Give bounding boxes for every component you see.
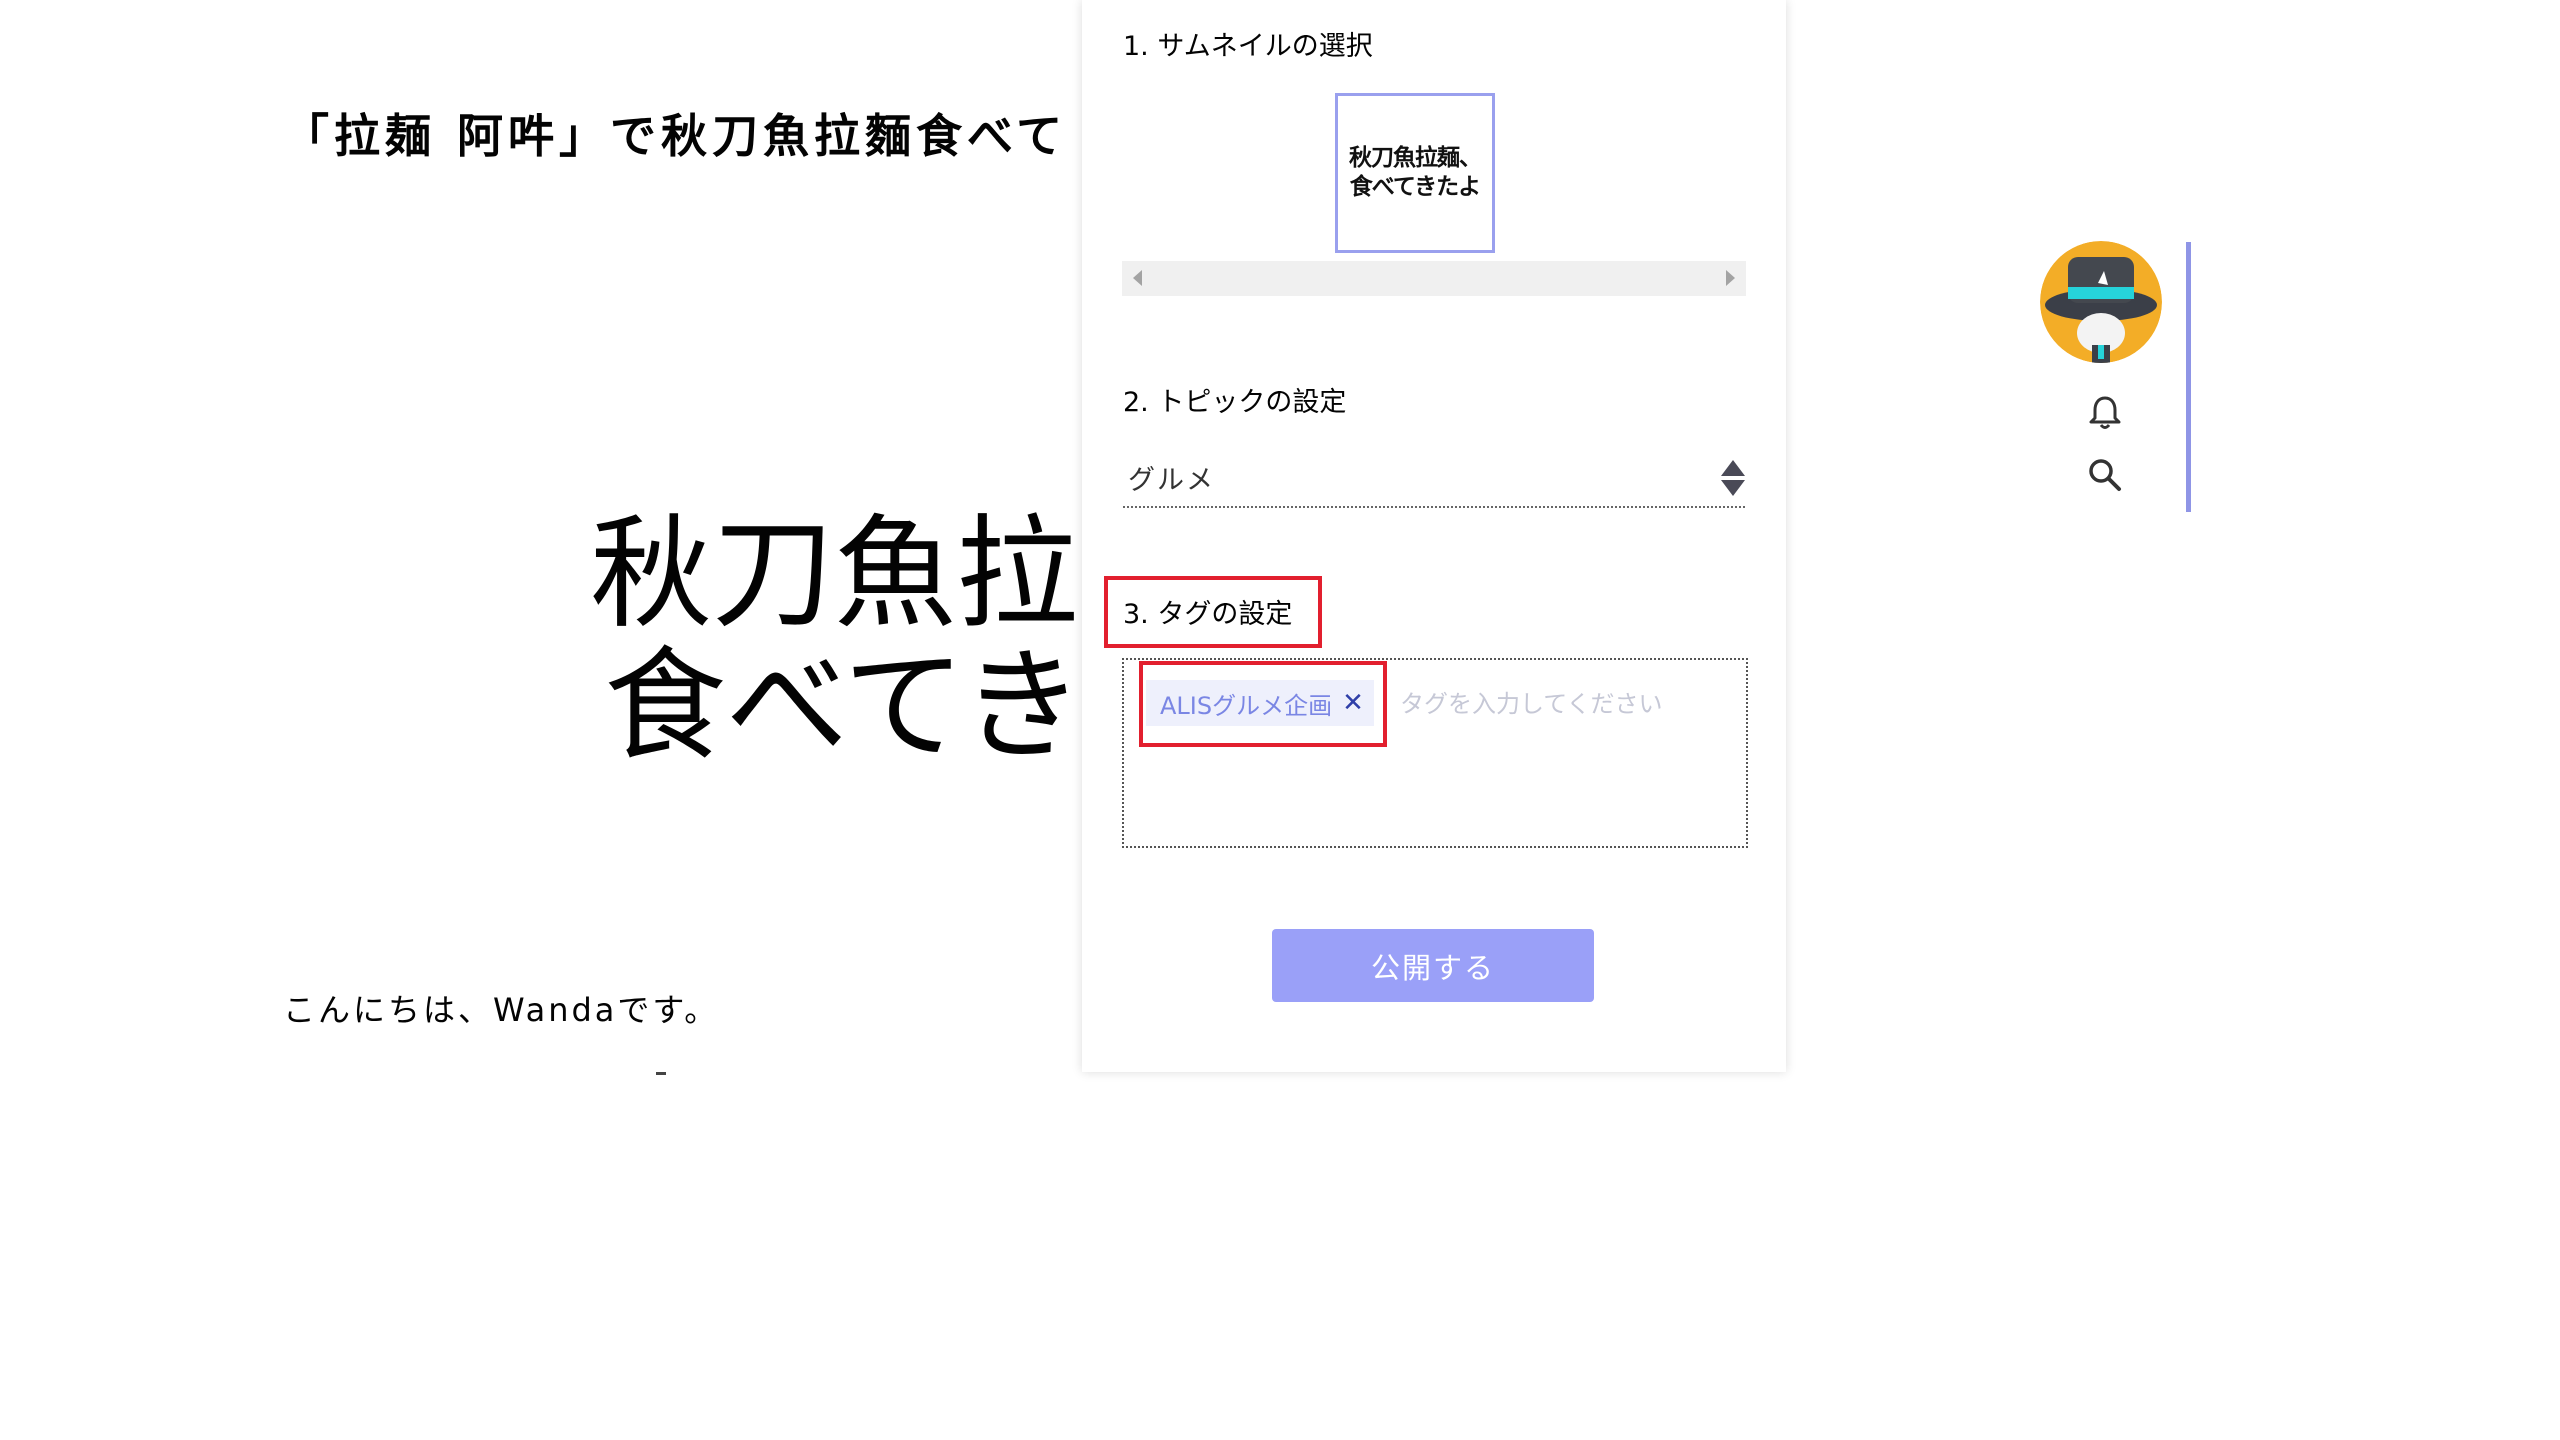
scroll-right-arrow-icon[interactable] bbox=[1726, 270, 1735, 286]
hero-image-text: 秋刀魚拉 食べてきた bbox=[590, 503, 1206, 777]
section-topic-title: 2. トピックの設定 bbox=[1123, 387, 1347, 418]
topic-select[interactable]: グルメ bbox=[1123, 450, 1745, 508]
thumbnail-scrollbar[interactable] bbox=[1122, 261, 1746, 296]
scroll-left-arrow-icon[interactable] bbox=[1133, 270, 1142, 286]
section-thumbnail-title: 1. サムネイルの選択 bbox=[1123, 31, 1373, 62]
tag-input[interactable] bbox=[1398, 682, 1722, 726]
text-cursor-fragment bbox=[656, 1072, 666, 1075]
avatar-hat-character-icon bbox=[2040, 241, 2162, 363]
highlight-box-tag-title bbox=[1104, 576, 1322, 648]
scroll-position-rail bbox=[2186, 242, 2191, 512]
publish-settings-panel: 1. サムネイルの選択 秋刀魚拉麺、 食べてきたよ 2. トピックの設定 グルメ… bbox=[1082, 0, 1786, 1072]
article-title: 「拉麺 阿吽」で秋刀魚拉麵食べて bbox=[283, 109, 1068, 163]
article-greeting: こんにちは、Wandaです。 bbox=[283, 991, 720, 1029]
select-updown-icon bbox=[1721, 460, 1745, 496]
search-icon[interactable] bbox=[2083, 453, 2127, 497]
bell-icon[interactable] bbox=[2083, 390, 2127, 434]
topic-select-value: グルメ bbox=[1128, 465, 1215, 496]
thumbnail-option-selected[interactable]: 秋刀魚拉麺、 食べてきたよ bbox=[1335, 93, 1495, 253]
hero-line-2: 食べてきた bbox=[604, 635, 1206, 777]
thumbnail-text-line-2: 食べてきたよ bbox=[1349, 174, 1481, 200]
thumbnail-text-line-1: 秋刀魚拉麺、 bbox=[1349, 145, 1482, 171]
highlight-box-tag-chip bbox=[1139, 661, 1387, 747]
publish-button[interactable]: 公開する bbox=[1272, 929, 1594, 1002]
hero-line-1: 秋刀魚拉 bbox=[590, 503, 1078, 645]
avatar[interactable] bbox=[2040, 241, 2162, 363]
